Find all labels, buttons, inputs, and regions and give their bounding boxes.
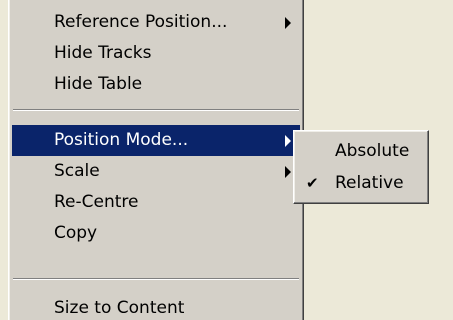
menu-item-label: Reference Position... (54, 12, 228, 32)
submenu-item-label: Absolute (335, 141, 410, 161)
submenu-arrow-icon (285, 135, 291, 147)
menu-item-hide-tracks[interactable]: Hide Tracks (12, 38, 300, 69)
menu-item-label: Size to Content (54, 298, 185, 318)
context-menu: Reference Position... Hide Tracks Hide T… (8, 0, 304, 320)
menu-item-label: Position Mode... (54, 130, 189, 150)
position-mode-submenu: Absolute ✔ Relative (293, 130, 429, 204)
submenu-arrow-icon (285, 166, 291, 178)
menu-item-label: Hide Table (54, 74, 143, 94)
menu-item-copy[interactable]: Copy (12, 218, 300, 249)
menu-item-size-to-content[interactable]: Size to Content (12, 293, 300, 320)
submenu-arrow-icon (285, 17, 291, 29)
menu-item-re-centre[interactable]: Re-Centre (12, 187, 300, 218)
menu-item-position-mode[interactable]: Position Mode... (12, 125, 300, 156)
menu-item-label: Hide Tracks (54, 43, 152, 63)
menu-item-reference-position[interactable]: Reference Position... (12, 7, 300, 38)
menu-item-scale[interactable]: Scale (12, 156, 300, 187)
submenu-item-label: Relative (335, 173, 404, 193)
submenu-item-relative[interactable]: ✔ Relative (297, 167, 425, 199)
screen: Reference Position... Hide Tracks Hide T… (0, 0, 453, 320)
menu-separator (13, 109, 299, 111)
checkmark-icon: ✔ (306, 174, 319, 192)
menu-item-label: Re-Centre (54, 192, 139, 212)
submenu-item-absolute[interactable]: Absolute (297, 135, 425, 167)
menu-item-label: Copy (54, 223, 98, 243)
menu-item-label: Scale (54, 161, 100, 181)
menu-separator (13, 278, 299, 280)
menu-item-hide-table[interactable]: Hide Table (12, 69, 300, 100)
